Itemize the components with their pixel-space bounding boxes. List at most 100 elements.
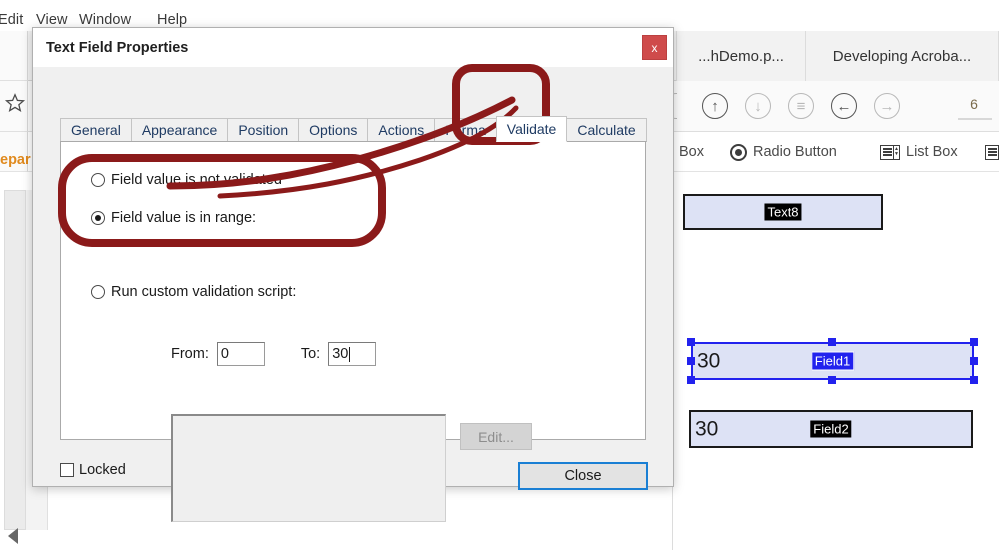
menu-item-edit[interactable]: Edit — [0, 12, 23, 28]
form-field-field2-value: 30 — [695, 417, 719, 441]
from-input[interactable]: 0 — [216, 342, 265, 366]
close-icon[interactable]: x — [642, 35, 667, 60]
dropdown-icon: ▲▼ — [985, 144, 999, 160]
tab-validate-label: Validate — [506, 121, 557, 137]
form-tool-text-box[interactable]: Box — [679, 132, 704, 172]
to-input[interactable]: 30 — [328, 342, 377, 366]
document-tab-demo[interactable]: ...hDemo.p... — [676, 31, 806, 81]
form-tool-list-box[interactable]: ▲ ▼ List Box — [880, 132, 958, 172]
option-not-validated[interactable]: Field value is not validated — [91, 172, 282, 188]
document-tab-demo-label: ...hDemo.p... — [698, 47, 784, 65]
radio-in-range-icon — [91, 211, 105, 225]
star-icon[interactable] — [4, 92, 26, 119]
form-field-text8-label: Text8 — [764, 203, 802, 221]
menu-item-view[interactable]: View — [36, 12, 68, 28]
form-field-field1-label: Field1 — [810, 351, 855, 371]
form-field-field1[interactable]: 30 Field1 — [691, 342, 974, 380]
tab-actions-label: Actions — [378, 122, 425, 138]
range-inputs-row: From: 0 To: 30 — [171, 342, 377, 366]
form-tool-radio-button[interactable]: Radio Button — [730, 132, 837, 172]
menu-item-window[interactable]: Window — [79, 12, 131, 28]
from-input-value: 0 — [220, 346, 229, 362]
previous-page-circle-icon[interactable]: ← — [831, 93, 857, 119]
resize-handle-ne[interactable] — [970, 338, 978, 346]
option-in-range[interactable]: Field value is in range: — [91, 210, 256, 226]
left-rail-tab-cell — [0, 31, 28, 81]
to-label: To: — [300, 346, 321, 362]
resize-handle-sw[interactable] — [687, 376, 695, 384]
collapse-panel-arrow-icon[interactable] — [8, 528, 18, 544]
resize-handle-w[interactable] — [687, 357, 695, 365]
arrow-up-glyph: ↑ — [702, 93, 728, 119]
locked-label: Locked — [79, 462, 126, 478]
tab-format[interactable]: Forma — [434, 118, 497, 142]
radio-button-label: Radio Button — [753, 144, 837, 160]
arrow-up-circle-icon[interactable]: ↑ — [702, 93, 728, 119]
next-page-circle-icon[interactable]: → — [874, 93, 900, 119]
resize-handle-e[interactable] — [970, 357, 978, 365]
tab-general[interactable]: General — [60, 118, 132, 142]
to-input-value: 30 — [332, 346, 349, 362]
screenshot-root: Edit View Window Help ...hDemo.p... Deve… — [0, 0, 999, 550]
left-panel-scrollbar[interactable] — [4, 190, 26, 530]
fit-page-glyph: ≡ — [788, 93, 814, 119]
text-field-properties-dialog: Text Field Properties x General Appearan… — [32, 27, 674, 522]
resize-handle-se[interactable] — [970, 376, 978, 384]
locked-checkbox[interactable] — [60, 463, 74, 477]
resize-handle-n[interactable] — [828, 338, 836, 346]
text-caret — [349, 346, 351, 362]
page-number-field[interactable]: 6 — [962, 96, 986, 112]
pdf-page-canvas: Text8 30 Field1 30 Field2 — [672, 172, 999, 550]
radio-not-validated-icon — [91, 173, 105, 187]
document-tab-developing-acrobat-label: Developing Acroba... — [832, 47, 972, 65]
tab-format-label: Forma — [445, 122, 486, 138]
list-box-label: List Box — [906, 144, 958, 160]
dialog-tab-row: General Appearance Position Options Acti… — [60, 116, 647, 142]
radio-custom-script-icon — [91, 285, 105, 299]
radio-button-icon — [730, 143, 747, 161]
tab-appearance[interactable]: Appearance — [130, 118, 229, 142]
document-tab-developing-acrobat[interactable]: Developing Acroba... — [806, 31, 999, 81]
edit-script-button-label: Edit... — [478, 428, 514, 445]
custom-script-textarea[interactable] — [171, 414, 446, 522]
next-page-glyph: → — [874, 93, 900, 119]
arrow-down-glyph: ↓ — [745, 93, 771, 119]
dialog-title: Text Field Properties — [46, 39, 189, 56]
close-button[interactable]: Close — [518, 462, 648, 490]
tab-options[interactable]: Options — [298, 118, 369, 142]
arrow-down-circle-icon[interactable]: ↓ — [745, 93, 771, 119]
text-box-label: Box — [679, 144, 704, 160]
form-tool-dropdown[interactable]: ▲▼ — [985, 132, 999, 172]
from-label: From: — [171, 346, 209, 362]
tab-calculate-label: Calculate — [577, 122, 636, 138]
tab-actions[interactable]: Actions — [367, 118, 436, 142]
tab-validate[interactable]: Validate — [495, 116, 568, 142]
locked-checkbox-row[interactable]: Locked — [60, 462, 126, 478]
dialog-title-bar: Text Field Properties x — [33, 28, 673, 67]
form-field-field1-value: 30 — [697, 349, 721, 373]
option-custom-script[interactable]: Run custom validation script: — [91, 284, 296, 300]
list-box-icon: ▲ ▼ — [880, 144, 900, 160]
resize-handle-nw[interactable] — [687, 338, 695, 346]
tab-calculate[interactable]: Calculate — [566, 118, 647, 142]
dialog-body: General Appearance Position Options Acti… — [33, 67, 673, 522]
previous-page-glyph: ← — [831, 93, 857, 119]
close-button-label: Close — [564, 468, 602, 484]
option-in-range-label: Field value is in range: — [111, 210, 257, 226]
tab-position-label: Position — [238, 122, 289, 138]
edit-script-button[interactable]: Edit... — [460, 423, 532, 450]
page-number-underline — [958, 118, 992, 120]
option-not-validated-label: Field value is not validated — [111, 172, 282, 188]
form-field-text8[interactable]: Text8 — [683, 194, 883, 230]
tab-options-label: Options — [309, 122, 358, 138]
form-field-field2-label: Field2 — [810, 420, 852, 438]
fit-page-circle-icon[interactable]: ≡ — [788, 93, 814, 119]
validate-tab-panel: Field value is not validated Field value… — [60, 141, 646, 522]
form-field-field2[interactable]: 30 Field2 — [689, 410, 973, 448]
prepare-form-label[interactable]: epar — [0, 152, 31, 168]
menu-item-help[interactable]: Help — [157, 12, 187, 28]
prepare-form-label-text: epar — [0, 152, 31, 168]
tab-appearance-label: Appearance — [141, 122, 218, 138]
tab-position[interactable]: Position — [227, 118, 300, 142]
resize-handle-s[interactable] — [828, 376, 836, 384]
